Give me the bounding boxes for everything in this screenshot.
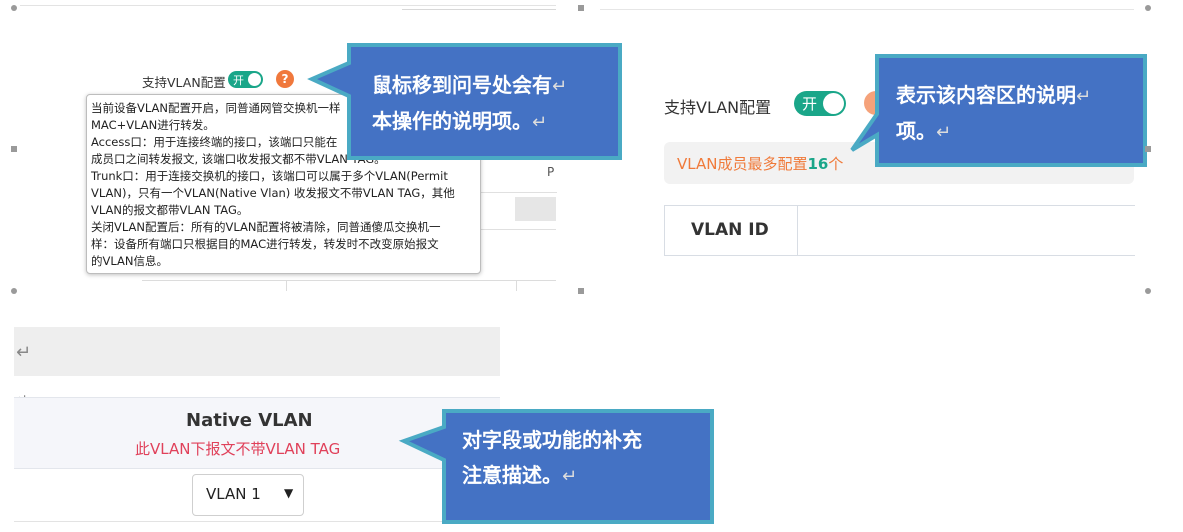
resize-handle[interactable] bbox=[1145, 288, 1151, 294]
resize-handle[interactable] bbox=[11, 146, 17, 152]
callout-2-text: 表示该内容区的说明↵ 项。↵ bbox=[896, 83, 1092, 143]
resize-handle[interactable] bbox=[578, 5, 584, 11]
resize-handle[interactable] bbox=[1145, 5, 1151, 11]
callout-3-text: 对字段或功能的补充 注意描述。↵ bbox=[462, 428, 642, 487]
resize-handle[interactable] bbox=[11, 5, 17, 11]
resize-handle[interactable] bbox=[578, 288, 584, 294]
resize-handle[interactable] bbox=[11, 288, 17, 294]
resize-handle[interactable] bbox=[1145, 146, 1151, 152]
callout-1-text: 鼠标移到问号处会有↵ 本操作的说明项。↵ bbox=[372, 73, 568, 133]
